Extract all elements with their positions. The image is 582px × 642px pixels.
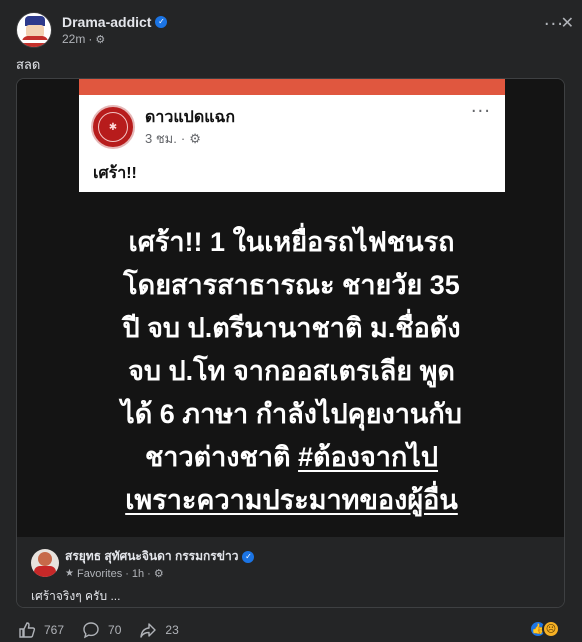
hashtag-link: #ต้องจากไป: [298, 442, 439, 472]
hashtag-continuation: เพราะความประมาทของผู้อื่น: [125, 485, 458, 515]
comment-button[interactable]: 70: [82, 621, 121, 639]
post-header: Drama-addict ✓ 22m · ⚙: [16, 10, 168, 50]
post-time[interactable]: 22m: [62, 32, 85, 46]
share-count: 23: [165, 623, 179, 637]
inner-separator: ·: [180, 131, 186, 146]
comment-time[interactable]: 1h: [132, 568, 144, 580]
comment-count: 70: [108, 623, 122, 637]
headline-line: ชาวต่างชาติ #ต้องจากไป: [17, 436, 564, 479]
verified-badge-icon: ✓: [242, 550, 255, 563]
gear-icon: ⚙: [153, 568, 164, 580]
headline-line: ได้ 6 ภาษา กำลังไปคุยงานกับ: [121, 399, 462, 429]
headline-line: โดยสารสาธารณะ ชายวัย 35: [123, 270, 460, 300]
inner-accent-bar: [79, 79, 505, 95]
comment-separator: ·: [125, 567, 129, 580]
share-icon: [140, 623, 157, 638]
post-caption: สลด: [16, 57, 41, 72]
author-name[interactable]: Drama-addict: [62, 14, 151, 30]
gear-icon: ⚙: [189, 130, 201, 146]
shared-image[interactable]: ✱ ดาวแปดแฉก 3 ชม. · ⚙ ··· เศร้า!! เศร้า!…: [17, 79, 564, 537]
headline-text: เศร้า!! 1 ในเหยื่อรถไฟชนรถ โดยสารสาธารณะ…: [17, 221, 564, 522]
page-logo-avatar: ✱: [91, 105, 135, 149]
inner-post-snippet: ✱ ดาวแปดแฉก 3 ชม. · ⚙ ··· เศร้า!!: [79, 79, 505, 192]
comment-text: เศร้าจริงๆ ครับ ...: [31, 589, 121, 603]
inner-short-text: เศร้า!!: [93, 165, 137, 182]
inner-time: 3 ชม.: [145, 131, 177, 146]
reaction-summary[interactable]: 👍 ☹: [529, 620, 560, 638]
headline-line: จบ ป.โท จากออสเตรเลีย พูด: [128, 356, 455, 386]
headline-line-prefix: ชาวต่างชาติ: [144, 442, 299, 472]
like-count: 767: [44, 623, 65, 637]
commenter-name[interactable]: สรยุทธ สุทัศนะจินดา กรรมกรข่าว: [65, 547, 238, 566]
comment-separator: ·: [147, 567, 151, 580]
author-block: Drama-addict ✓ 22m · ⚙: [62, 14, 168, 46]
comment-icon: [83, 622, 99, 639]
meta-separator: ·: [88, 32, 93, 46]
verified-badge-icon: ✓: [155, 16, 168, 28]
share-button[interactable]: 23: [139, 621, 179, 639]
sad-reaction-icon: ☹: [542, 620, 560, 638]
shared-post-card[interactable]: ✱ ดาวแปดแฉก 3 ชม. · ⚙ ··· เศร้า!! เศร้า!…: [16, 78, 565, 608]
gear-icon: ⚙: [95, 33, 106, 46]
comment-section: สรยุทธ สุทัศนะจินดา กรรมกรข่าว ✓ ★ Favor…: [17, 537, 564, 607]
commenter-avatar[interactable]: [31, 549, 59, 577]
close-icon[interactable]: ✕: [561, 13, 574, 32]
more-icon: ···: [470, 101, 491, 122]
author-avatar[interactable]: [16, 12, 52, 48]
headline-line: เพราะความประมาทของผู้อื่น: [17, 479, 564, 522]
headline-line: ปี จบ ป.ตรีนานาชาติ ม.ชื่อดัง: [122, 313, 461, 343]
headline-line: เศร้า!! 1 ในเหยื่อรถไฟชนรถ: [128, 227, 455, 257]
favorites-star-icon: ★: [65, 568, 74, 579]
page-name: ดาวแปดแฉก: [145, 109, 236, 126]
like-button[interactable]: 767: [18, 621, 64, 639]
favorites-label: Favorites: [76, 567, 123, 580]
like-icon: [19, 622, 36, 638]
action-bar: 767 70 23: [18, 620, 197, 640]
star-icon: ✱: [98, 112, 128, 142]
